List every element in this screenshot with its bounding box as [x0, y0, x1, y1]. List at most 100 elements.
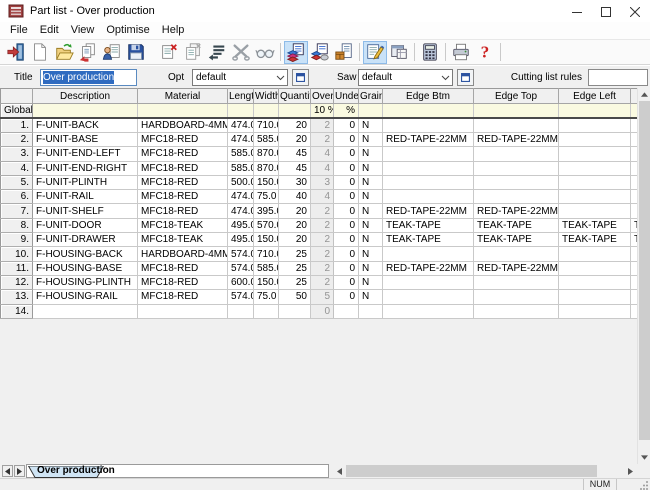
cell-grain[interactable]: N: [359, 190, 383, 204]
global-cell-over[interactable]: 10 %: [311, 104, 334, 119]
cell-edge_left[interactable]: [559, 204, 631, 218]
toolbar-button-new[interactable]: [28, 41, 52, 64]
cell-quantity[interactable]: 25: [279, 275, 311, 289]
cell-width[interactable]: 150.0: [254, 233, 279, 247]
row-header-global[interactable]: Global: [1, 104, 33, 119]
cell-grain[interactable]: N: [359, 204, 383, 218]
cell-under[interactable]: 0: [334, 218, 359, 232]
cell-grain[interactable]: N: [359, 118, 383, 133]
cell-quantity[interactable]: 20: [279, 233, 311, 247]
cell-material[interactable]: MFC18-RED: [138, 290, 228, 304]
cell-description[interactable]: F-UNIT-BACK: [33, 118, 138, 133]
cell-description[interactable]: F-HOUSING-BASE: [33, 261, 138, 275]
cell-grain[interactable]: N: [359, 261, 383, 275]
cell-under[interactable]: 0: [334, 161, 359, 175]
cell-under[interactable]: 0: [334, 175, 359, 189]
column-header-quantity[interactable]: Quantity: [279, 89, 311, 104]
cell-under[interactable]: 0: [334, 290, 359, 304]
toolbar-button-insert-line[interactable]: [205, 41, 229, 64]
cell-edge_btm[interactable]: RED-TAPE-22MM: [383, 133, 474, 147]
cell-length[interactable]: 600.0: [228, 275, 254, 289]
cell-quantity[interactable]: 50: [279, 290, 311, 304]
cell-edge_left[interactable]: [559, 247, 631, 261]
cell-material[interactable]: MFC18-RED: [138, 175, 228, 189]
cell-edge_btm[interactable]: TEAK-TAPE: [383, 233, 474, 247]
cell-edge_top[interactable]: [474, 190, 559, 204]
toolbar-button-print[interactable]: [449, 41, 473, 64]
vertical-scrollbar-thumb[interactable]: [639, 101, 650, 440]
cell-under[interactable]: 0: [334, 147, 359, 161]
cell-length[interactable]: 495.0: [228, 233, 254, 247]
cell-description[interactable]: F-UNIT-RAIL: [33, 190, 138, 204]
cell-edge_left[interactable]: TEAK-TAPE: [559, 218, 631, 232]
cell-material[interactable]: [138, 304, 228, 318]
tab-scroll-right-button[interactable]: [14, 465, 25, 477]
cell-edge_left[interactable]: TEAK-TAPE: [559, 233, 631, 247]
cell-width[interactable]: 75.0: [254, 290, 279, 304]
cell-grain[interactable]: N: [359, 275, 383, 289]
cell-width[interactable]: 585.0: [254, 261, 279, 275]
corner-header[interactable]: [1, 89, 33, 104]
toolbar-button-optimise[interactable]: [284, 41, 308, 64]
column-header-edge_left[interactable]: Edge Left: [559, 89, 631, 104]
cell-width[interactable]: 870.0: [254, 161, 279, 175]
row-header[interactable]: 8.: [1, 218, 33, 232]
cell-length[interactable]: 585.0: [228, 147, 254, 161]
cell-grain[interactable]: N: [359, 290, 383, 304]
row-header[interactable]: 5.: [1, 175, 33, 189]
toolbar-button-open[interactable]: [52, 41, 76, 64]
cell-description[interactable]: F-UNIT-BASE: [33, 133, 138, 147]
cell-edge_top[interactable]: TEAK-TAPE: [474, 218, 559, 232]
cell-description[interactable]: F-UNIT-PLINTH: [33, 175, 138, 189]
cell-edge_btm[interactable]: [383, 275, 474, 289]
scroll-right-button[interactable]: [624, 464, 637, 478]
cell-edge_btm[interactable]: RED-TAPE-22MM: [383, 204, 474, 218]
toolbar-button-help[interactable]: ?: [473, 41, 497, 64]
menu-help[interactable]: Help: [156, 22, 191, 39]
cell-over[interactable]: 4: [311, 161, 334, 175]
cell-grain[interactable]: [359, 304, 383, 318]
cell-width[interactable]: 75.0: [254, 190, 279, 204]
cell-edge_top[interactable]: RED-TAPE-22MM: [474, 204, 559, 218]
toolbar-button-part-list[interactable]: [363, 41, 387, 64]
cell-quantity[interactable]: 20: [279, 133, 311, 147]
cell-under[interactable]: [334, 304, 359, 318]
cell-quantity[interactable]: 20: [279, 218, 311, 232]
row-header[interactable]: 7.: [1, 204, 33, 218]
cell-edge_btm[interactable]: [383, 190, 474, 204]
cell-width[interactable]: 570.0: [254, 218, 279, 232]
cell-material[interactable]: MFC18-RED: [138, 147, 228, 161]
tab-scroll-left-button[interactable]: [2, 465, 13, 477]
global-cell-grain[interactable]: [359, 104, 383, 119]
cell-material[interactable]: MFC18-TEAK: [138, 233, 228, 247]
tab-over-production[interactable]: Over production: [28, 465, 104, 477]
cell-edge_top[interactable]: [474, 275, 559, 289]
row-header[interactable]: 2.: [1, 133, 33, 147]
cell-under[interactable]: 0: [334, 190, 359, 204]
cell-quantity[interactable]: 45: [279, 147, 311, 161]
row-header[interactable]: 9.: [1, 233, 33, 247]
toolbar-button-machining-editor[interactable]: [387, 41, 411, 64]
cell-length[interactable]: 474.0: [228, 204, 254, 218]
cell-under[interactable]: 0: [334, 204, 359, 218]
saw-browse-button[interactable]: [457, 69, 474, 86]
cell-edge_top[interactable]: [474, 118, 559, 133]
cell-edge_btm[interactable]: RED-TAPE-22MM: [383, 261, 474, 275]
cell-edge_left[interactable]: [559, 161, 631, 175]
cell-quantity[interactable]: 20: [279, 204, 311, 218]
cell-edge_left[interactable]: [559, 275, 631, 289]
toolbar-button-save[interactable]: [124, 41, 148, 64]
cell-quantity[interactable]: 20: [279, 118, 311, 133]
global-cell-under[interactable]: %: [334, 104, 359, 119]
cell-material[interactable]: MFC18-RED: [138, 190, 228, 204]
cell-grain[interactable]: N: [359, 233, 383, 247]
cell-quantity[interactable]: 40: [279, 190, 311, 204]
scroll-up-button[interactable]: [638, 88, 650, 101]
toolbar-button-calculator[interactable]: [418, 41, 442, 64]
horizontal-scrollbar[interactable]: [333, 464, 637, 478]
cell-length[interactable]: 574.0: [228, 290, 254, 304]
cell-over[interactable]: 3: [311, 175, 334, 189]
column-header-material[interactable]: Material: [138, 89, 228, 104]
cell-material[interactable]: MFC18-TEAK: [138, 218, 228, 232]
cell-edge_left[interactable]: [559, 133, 631, 147]
